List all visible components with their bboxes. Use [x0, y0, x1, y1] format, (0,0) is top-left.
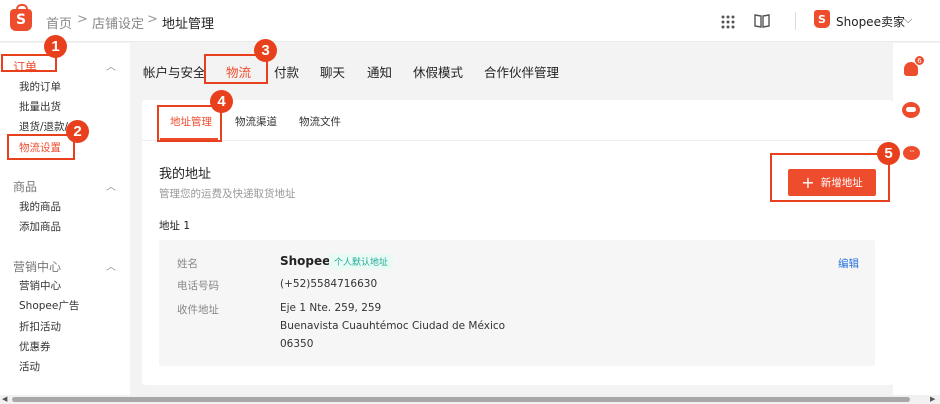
- chevron-right-icon: >: [77, 12, 88, 27]
- sidebar-item-my-products[interactable]: 我的商品: [19, 199, 61, 214]
- highlight-logistics-settings: [7, 134, 75, 160]
- sidebar-item-add-product[interactable]: 添加商品: [19, 219, 61, 234]
- sidebar-item-campaigns[interactable]: 活动: [19, 359, 40, 374]
- section-description: 管理您的运费及快递取货地址: [159, 188, 296, 200]
- horizontal-scrollbar[interactable]: ◀ ▶: [0, 395, 940, 404]
- highlight-address-subtab: [157, 105, 222, 142]
- notification-count-badge: 6: [914, 55, 925, 66]
- address-card: 地址管理 物流渠道 物流文件 我的地址 管理您的运费及快递取货地址 + 新增地址…: [142, 100, 893, 385]
- highlight-orders: [1, 54, 57, 72]
- tab-notifications[interactable]: 通知: [367, 62, 392, 81]
- shop-logo-icon: S: [814, 10, 830, 28]
- address-heading: 地址 1: [159, 220, 191, 232]
- sidebar-item-my-orders[interactable]: 我的订单: [19, 79, 61, 94]
- chevron-up-icon[interactable]: ︿: [106, 58, 116, 73]
- tab-partner-management[interactable]: 合作伙伴管理: [484, 62, 559, 81]
- chevron-up-icon[interactable]: ︿: [106, 258, 116, 273]
- default-address-badge: 个人默认地址: [329, 254, 394, 269]
- shopee-logo[interactable]: S: [10, 4, 32, 31]
- sidebar-item-discounts[interactable]: 折扣活动: [19, 319, 61, 334]
- sidebar-group-marketing[interactable]: 营销中心: [13, 258, 61, 275]
- breadcrumb-current: 地址管理: [162, 17, 215, 32]
- sidebar-item-marketing-center[interactable]: 营销中心: [19, 278, 61, 293]
- callout-2: 2: [66, 120, 89, 143]
- scroll-right-icon[interactable]: ▶: [930, 395, 935, 403]
- callout-3: 3: [254, 39, 277, 62]
- phone-label: 电话号码: [177, 280, 219, 292]
- breadcrumb-home[interactable]: 首页: [46, 13, 72, 32]
- phone-value: (+52)5584716630: [280, 278, 378, 290]
- name-label: 姓名: [177, 258, 198, 270]
- shop-name[interactable]: Shopee卖家: [836, 13, 905, 30]
- divider: [795, 12, 796, 30]
- top-bar: S 首页 > 店铺设定 > 地址管理 S Shopee卖家 ⌵: [0, 0, 940, 42]
- chatbot-icon[interactable]: [902, 102, 920, 118]
- breadcrumb-shop-settings[interactable]: 店铺设定: [92, 13, 144, 32]
- callout-1: 1: [44, 35, 67, 58]
- tab-account-security[interactable]: 帐户与安全: [143, 62, 206, 81]
- chevron-right-icon: >: [147, 12, 158, 27]
- subtab-logistics-channels[interactable]: 物流渠道: [235, 114, 277, 129]
- scrollbar-thumb[interactable]: [12, 397, 910, 402]
- edit-address-link[interactable]: 编辑: [838, 256, 859, 271]
- sidebar-item-shopee-ads[interactable]: Shopee广告: [19, 298, 79, 313]
- tab-vacation-mode[interactable]: 休假模式: [413, 62, 463, 81]
- scroll-left-icon[interactable]: ◀: [2, 395, 7, 403]
- address-line-1: Eje 1 Nte. 259, 259: [280, 302, 382, 314]
- sidebar-item-bulk-ship[interactable]: 批量出货: [19, 99, 61, 114]
- sidebar-group-products[interactable]: 商品: [13, 178, 37, 195]
- address-zip: 06350: [280, 338, 314, 350]
- section-title: 我的地址: [159, 167, 212, 182]
- sidebar-item-vouchers[interactable]: 优惠券: [19, 339, 51, 354]
- chat-icon[interactable]: ···: [903, 146, 920, 160]
- sidebar-item-returns[interactable]: 退货/退款/: [19, 119, 68, 134]
- address-line-2: Buenavista Cuauhtémoc Ciudad de México: [280, 320, 506, 332]
- right-rail: [893, 43, 940, 395]
- address-label: 收件地址: [177, 304, 219, 316]
- chevron-down-icon[interactable]: ⌵: [904, 13, 912, 27]
- tab-payment[interactable]: 付款: [274, 62, 299, 81]
- grid-icon[interactable]: [721, 14, 735, 33]
- chevron-up-icon[interactable]: ︿: [106, 178, 116, 193]
- divider: [142, 140, 893, 141]
- book-icon[interactable]: [754, 13, 770, 32]
- highlight-add-address: [770, 153, 890, 202]
- address-entry: 姓名 Shopee 个人默认地址 编辑 电话号码 (+52)5584716630…: [159, 240, 875, 366]
- tab-chat[interactable]: 聊天: [320, 62, 345, 81]
- callout-5: 5: [877, 142, 900, 165]
- address-name: Shopee: [280, 254, 331, 268]
- callout-4: 4: [210, 90, 233, 113]
- subtab-logistics-documents[interactable]: 物流文件: [299, 114, 341, 129]
